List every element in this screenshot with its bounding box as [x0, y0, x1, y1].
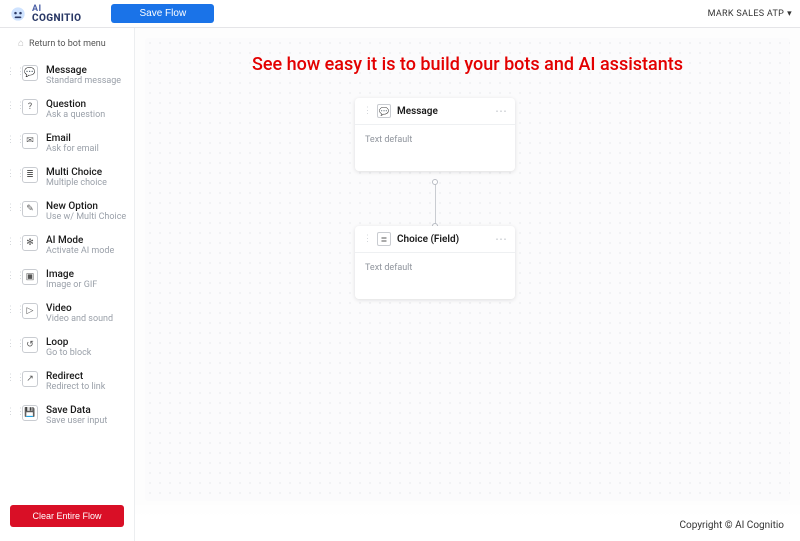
drag-handle-icon[interactable]: ⋮⋮	[6, 337, 14, 348]
drag-handle-icon[interactable]: ⋮⋮	[6, 405, 14, 416]
block-icon: ✉	[22, 133, 38, 149]
top-bar: AI COGNITIO Save Flow MARK SALES ATP ▾	[0, 0, 800, 28]
canvas-area: See how easy it is to build your bots an…	[135, 28, 800, 541]
block-title: Redirect	[46, 371, 105, 382]
block-title: AI Mode	[46, 235, 114, 246]
block-title: Email	[46, 133, 99, 144]
block-subtitle: Activate AI mode	[46, 246, 114, 257]
block-title: Save Data	[46, 405, 107, 416]
block-subtitle: Go to block	[46, 348, 91, 359]
block-item[interactable]: ⋮⋮ ≣ Multi ChoiceMultiple choice	[0, 161, 134, 195]
block-icon: ?	[22, 99, 38, 115]
node-header[interactable]: ⋮⋮ ≣ Choice (Field) ⋯	[355, 226, 515, 253]
drag-handle-icon[interactable]: ⋮⋮	[6, 235, 14, 246]
block-item[interactable]: ⋮⋮ ✻ AI ModeActivate AI mode	[0, 229, 134, 263]
block-title: Question	[46, 99, 105, 110]
block-icon: ✻	[22, 235, 38, 251]
block-icon: ▷	[22, 303, 38, 319]
drag-handle-icon[interactable]: ⋮⋮	[6, 269, 14, 280]
return-label: Return to bot menu	[29, 39, 106, 49]
drag-handle-icon[interactable]: ⋮⋮	[6, 201, 14, 212]
return-to-bot-menu[interactable]: Return to bot menu	[0, 28, 134, 59]
save-flow-button[interactable]: Save Flow	[111, 4, 214, 23]
node-title: Message	[397, 106, 489, 117]
drag-handle-icon[interactable]: ⋮⋮	[6, 65, 14, 76]
list-icon: ≣	[377, 232, 391, 246]
block-icon: ▣	[22, 269, 38, 285]
more-icon[interactable]: ⋯	[495, 106, 507, 116]
block-subtitle: Image or GIF	[46, 280, 97, 291]
message-icon: 💬	[377, 104, 391, 118]
block-item[interactable]: ⋮⋮ 💬 MessageStandard message	[0, 59, 134, 93]
block-palette: ⋮⋮💬MessageStandard message⋮⋮?QuestionAsk…	[0, 59, 134, 497]
logo-text-1: AI	[32, 4, 81, 14]
block-title: Message	[46, 65, 121, 76]
block-subtitle: Use w/ Multi Choice	[46, 212, 126, 223]
block-item[interactable]: ⋮⋮ ▣ ImageImage or GIF	[0, 263, 134, 297]
block-title: Multi Choice	[46, 167, 107, 178]
node-title: Choice (Field)	[397, 234, 489, 245]
user-label: MARK SALES ATP	[708, 9, 785, 19]
block-icon: 💬	[22, 65, 38, 81]
block-subtitle: Video and sound	[46, 314, 113, 325]
block-subtitle: Redirect to link	[46, 382, 105, 393]
chevron-down-icon: ▾	[787, 9, 792, 19]
drag-handle-icon[interactable]: ⋮⋮	[6, 303, 14, 314]
connector-line	[435, 182, 436, 226]
drag-handle-icon[interactable]: ⋮⋮	[363, 107, 371, 115]
block-item[interactable]: ⋮⋮ ✎ New OptionUse w/ Multi Choice	[0, 195, 134, 229]
logo: AI COGNITIO	[0, 4, 81, 24]
block-item[interactable]: ⋮⋮ ▷ VideoVideo and sound	[0, 297, 134, 331]
block-icon: ↗	[22, 371, 38, 387]
block-item[interactable]: ⋮⋮? QuestionAsk a question	[0, 93, 134, 127]
block-icon: ≣	[22, 167, 38, 183]
block-icon: 💾	[22, 405, 38, 421]
block-title: Video	[46, 303, 113, 314]
block-title: Loop	[46, 337, 91, 348]
more-icon[interactable]: ⋯	[495, 234, 507, 244]
block-title: Image	[46, 269, 97, 280]
node-body[interactable]: Text default	[355, 125, 515, 171]
user-menu[interactable]: MARK SALES ATP ▾	[708, 9, 792, 19]
drag-handle-icon[interactable]: ⋮⋮	[6, 167, 14, 178]
drag-handle-icon[interactable]: ⋮⋮	[6, 133, 14, 144]
node-body[interactable]: Text default	[355, 253, 515, 299]
block-icon: ↺	[22, 337, 38, 353]
block-subtitle: Multiple choice	[46, 178, 107, 189]
drag-handle-icon[interactable]: ⋮⋮	[6, 371, 14, 382]
block-icon: ✎	[22, 201, 38, 217]
flow-canvas[interactable]: See how easy it is to build your bots an…	[145, 38, 790, 501]
logo-text-2: COGNITIO	[32, 14, 81, 24]
connector-dot-icon	[432, 179, 438, 185]
block-subtitle: Ask for email	[46, 144, 99, 155]
drag-handle-icon[interactable]: ⋮⋮	[363, 235, 371, 243]
block-subtitle: Save user input	[46, 416, 107, 427]
drag-handle-icon[interactable]: ⋮⋮	[6, 99, 14, 110]
node-header[interactable]: ⋮⋮ 💬 Message ⋯	[355, 98, 515, 125]
copyright-text: Copyright © AI Cognitio	[680, 520, 784, 531]
block-item[interactable]: ⋮⋮ 💾 Save DataSave user input	[0, 399, 134, 433]
clear-flow-button[interactable]: Clear Entire Flow	[10, 505, 124, 527]
headline-text: See how easy it is to build your bots an…	[145, 54, 790, 75]
footer: Copyright © AI Cognitio	[135, 501, 800, 541]
block-item[interactable]: ⋮⋮ ↺ LoopGo to block	[0, 331, 134, 365]
block-item[interactable]: ⋮⋮ ↗ RedirectRedirect to link	[0, 365, 134, 399]
block-title: New Option	[46, 201, 126, 212]
robot-icon	[8, 4, 28, 24]
flow-node-choice[interactable]: ⋮⋮ ≣ Choice (Field) ⋯ Text default	[355, 226, 515, 299]
block-item[interactable]: ⋮⋮ ✉ EmailAsk for email	[0, 127, 134, 161]
block-subtitle: Standard message	[46, 76, 121, 87]
sidebar: Return to bot menu ⋮⋮ 💬 MessageStandard me…	[0, 28, 135, 541]
flow-node-message[interactable]: ⋮⋮ 💬 Message ⋯ Text default	[355, 98, 515, 171]
block-subtitle: Ask a question	[46, 110, 105, 121]
